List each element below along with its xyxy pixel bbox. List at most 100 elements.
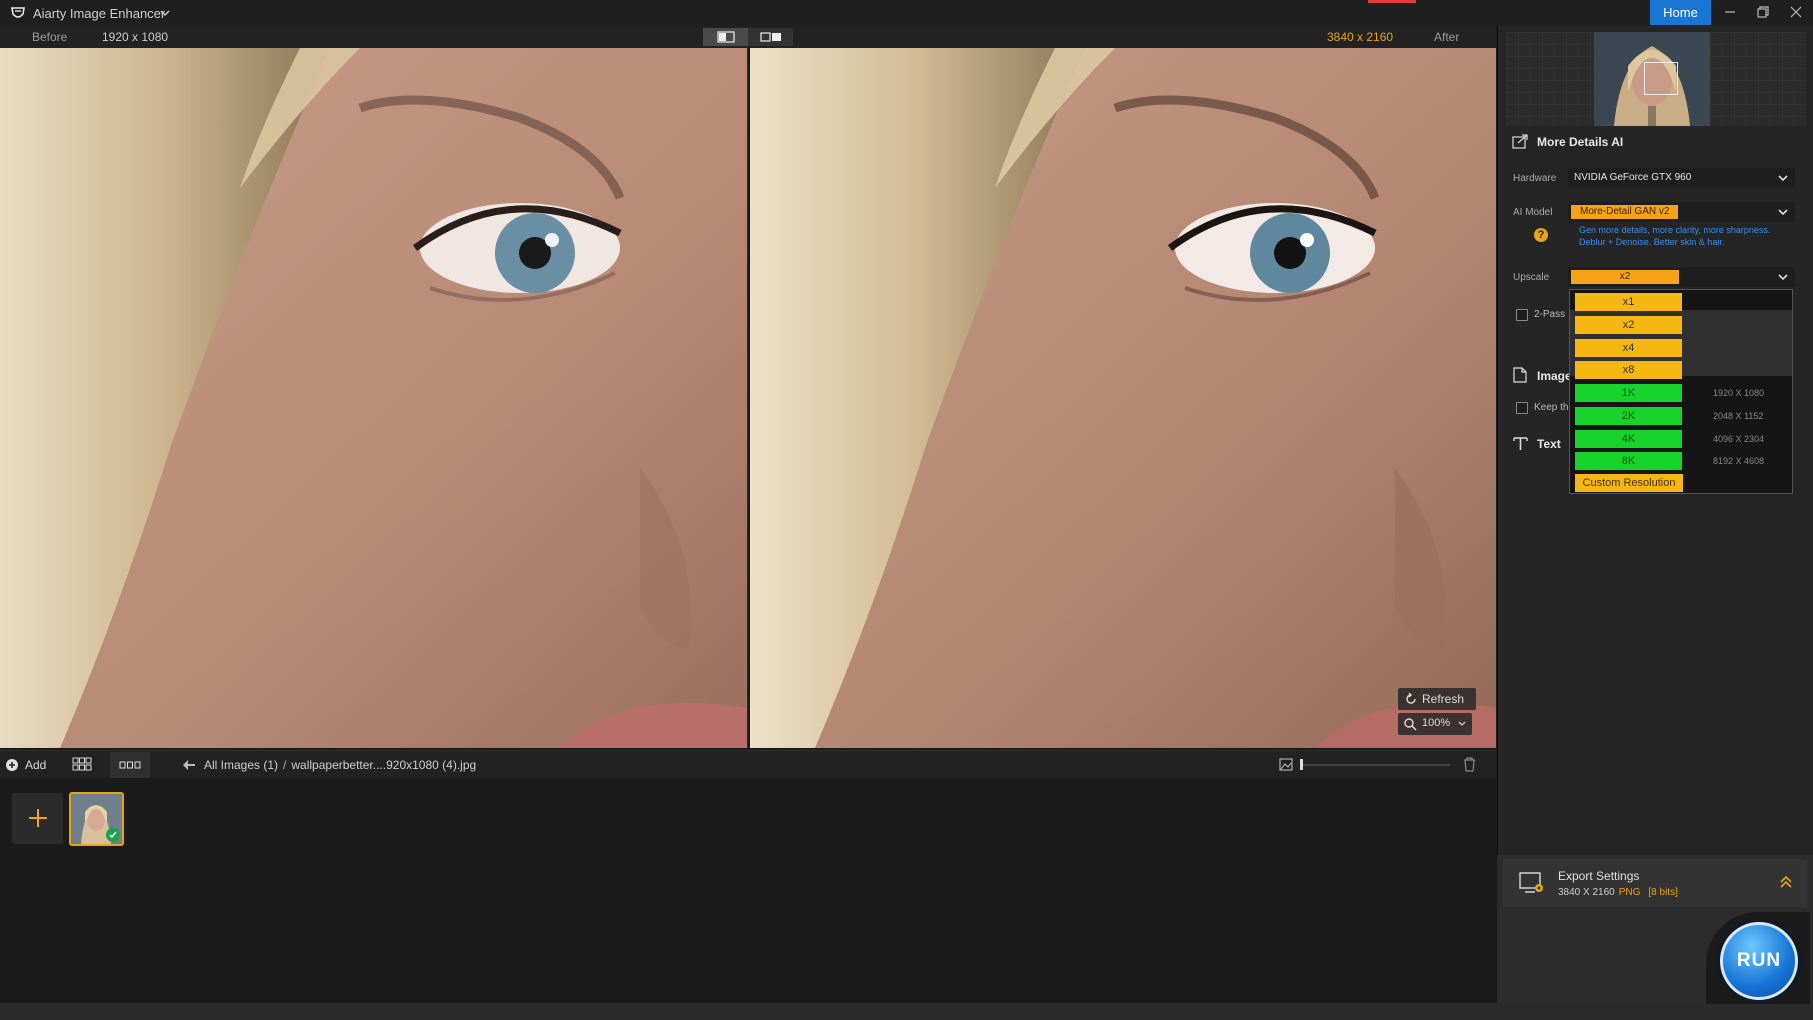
add-label: Add	[25, 758, 47, 772]
keep-checkbox[interactable]	[1516, 402, 1528, 414]
before-image-pane[interactable]	[0, 48, 748, 748]
export-meta: 3840 X 2160 PNG [8 bits]	[1558, 887, 1678, 898]
upscale-option-custom-resolution[interactable]: Custom Resolution	[1575, 474, 1683, 492]
processed-check-badge	[106, 828, 120, 842]
chevron-double-up-icon[interactable]	[1779, 875, 1793, 889]
text-section-icon	[1513, 437, 1528, 450]
view-mode-toggle	[703, 28, 793, 46]
upscale-option-x1[interactable]: x1	[1575, 293, 1682, 311]
zoom-chevron-down-icon	[1458, 721, 1466, 726]
notification-strip	[1368, 0, 1416, 3]
app-logo-icon	[11, 7, 25, 18]
export-resolution: 3840 X 2160	[1558, 887, 1615, 898]
refresh-icon	[1406, 692, 1416, 704]
restore-button[interactable]	[1752, 3, 1774, 23]
minimize-button[interactable]	[1719, 3, 1741, 23]
ai-model-value: More-Detail GAN v2	[1571, 205, 1679, 219]
upscale-option-4k-dims: 4096 X 2304	[1713, 434, 1765, 444]
minimize-icon	[1725, 11, 1735, 13]
plus-icon	[28, 809, 47, 827]
grid-view-button[interactable]	[72, 757, 96, 773]
image-thumbnail[interactable]	[69, 792, 124, 846]
upscale-option-1k[interactable]: 1K	[1575, 384, 1682, 402]
refresh-label: Refresh	[1422, 692, 1465, 706]
upscale-option-2k[interactable]: 2K	[1575, 407, 1682, 425]
upscale-option-x2[interactable]: x2	[1575, 316, 1682, 334]
upscale-option-1k-dims: 1920 X 1080	[1713, 388, 1765, 398]
app-menu-chevron-icon[interactable]	[158, 6, 172, 20]
breadcrumb-file: wallpaperbetter....920x1080 (4).jpg	[291, 758, 477, 772]
hardware-select[interactable]: NVIDIA GeForce GTX 960	[1568, 168, 1795, 188]
compare-header: Before 1920 x 1080 3840 x 2160 After	[0, 26, 1496, 48]
back-arrow-icon[interactable]	[182, 759, 196, 771]
hardware-value: NVIDIA GeForce GTX 960	[1574, 172, 1692, 183]
bottom-toolbar: Add All Images (1) / wallpaperbetter....92…	[0, 750, 1496, 778]
run-button[interactable]: RUN	[1720, 922, 1798, 1000]
split-view-button[interactable]	[703, 28, 748, 46]
help-icon[interactable]: ?	[1534, 228, 1548, 242]
ai-model-label: AI Model	[1513, 207, 1553, 218]
app-title: Aiarty Image Enhancer	[33, 6, 166, 21]
zoom-control[interactable]: 100%	[1398, 713, 1472, 735]
restore-icon	[1757, 6, 1769, 18]
upscale-option-x8[interactable]: x8	[1575, 361, 1682, 379]
close-icon	[1790, 6, 1802, 18]
more-details-icon	[1512, 134, 1528, 149]
plus-circle-icon	[6, 759, 18, 771]
breadcrumb: All Images (1) / wallpaperbetter....920x10…	[204, 758, 476, 772]
upscale-option-8k-dims: 8192 X 4608	[1713, 456, 1765, 466]
upscale-value: x2	[1571, 270, 1679, 284]
two-pass-label: 2-Pass	[1534, 309, 1566, 320]
section-title-more-details: More Details AI	[1537, 135, 1624, 149]
refresh-button[interactable]: Refresh	[1398, 688, 1476, 710]
upscale-dropdown-list: x1 x2 x4 x8 1K 1920 X 1080 2K 2048 X 115…	[1569, 289, 1793, 494]
upscale-option-8k[interactable]: 8K	[1575, 452, 1682, 470]
add-image-tile[interactable]	[12, 793, 63, 844]
export-bit-depth: [8 bits]	[1648, 887, 1678, 898]
upscale-label: Upscale	[1513, 272, 1550, 283]
section-title-text: Text	[1537, 437, 1561, 451]
home-button[interactable]: Home	[1650, 0, 1711, 25]
export-settings-title: Export Settings	[1558, 869, 1640, 883]
status-bar	[0, 1003, 1813, 1020]
breadcrumb-separator: /	[283, 758, 287, 772]
upscale-select[interactable]: x2	[1568, 267, 1795, 287]
check-icon	[109, 831, 117, 839]
filmstrip-view-button[interactable]	[110, 752, 150, 778]
thumbnail-size-slider[interactable]	[1300, 764, 1450, 766]
export-format: PNG	[1618, 887, 1641, 898]
ai-model-select[interactable]: More-Detail GAN v2	[1568, 202, 1795, 222]
upscale-option-x4[interactable]: x4	[1575, 339, 1682, 357]
breadcrumb-all-images[interactable]: All Images (1)	[204, 758, 278, 772]
chevron-down-icon	[1778, 274, 1788, 281]
navigator-preview[interactable]	[1506, 32, 1806, 126]
after-image-pane[interactable]	[750, 48, 1496, 748]
keep-label: Keep th	[1534, 402, 1569, 413]
navigator-viewport-box[interactable]	[1644, 62, 1678, 95]
thumbnail-size-icon	[1279, 758, 1293, 771]
hardware-label: Hardware	[1513, 173, 1557, 184]
after-image	[750, 48, 1496, 748]
section-title-image: Image	[1537, 369, 1572, 383]
title-bar: Aiarty Image Enhancer Home	[0, 0, 1813, 26]
split-view-icon	[716, 31, 735, 43]
after-resolution: 3840 x 2160	[1327, 30, 1394, 44]
after-label: After	[1434, 30, 1460, 44]
image-section-icon	[1513, 367, 1527, 383]
before-label: Before	[32, 30, 68, 44]
export-settings-row[interactable]: Export Settings 3840 X 2160 PNG [8 bits]	[1503, 859, 1807, 907]
two-pass-checkbox[interactable]	[1516, 309, 1528, 321]
before-resolution: 1920 x 1080	[102, 30, 169, 44]
image-strip	[0, 778, 1496, 1003]
export-settings-icon	[1519, 872, 1543, 893]
ai-model-description: Gen more details, more clarity, more sha…	[1579, 225, 1771, 247]
grid-view-icon	[72, 757, 92, 771]
side-by-side-view-button[interactable]	[748, 28, 793, 46]
thumbnail-size-slider-handle[interactable]	[1300, 759, 1303, 770]
chevron-down-icon	[1778, 209, 1788, 216]
close-button[interactable]	[1785, 3, 1807, 23]
zoom-icon	[1404, 718, 1417, 731]
trash-icon[interactable]	[1463, 757, 1476, 772]
upscale-option-4k[interactable]: 4K	[1575, 430, 1682, 448]
zoom-value: 100%	[1422, 717, 1451, 729]
